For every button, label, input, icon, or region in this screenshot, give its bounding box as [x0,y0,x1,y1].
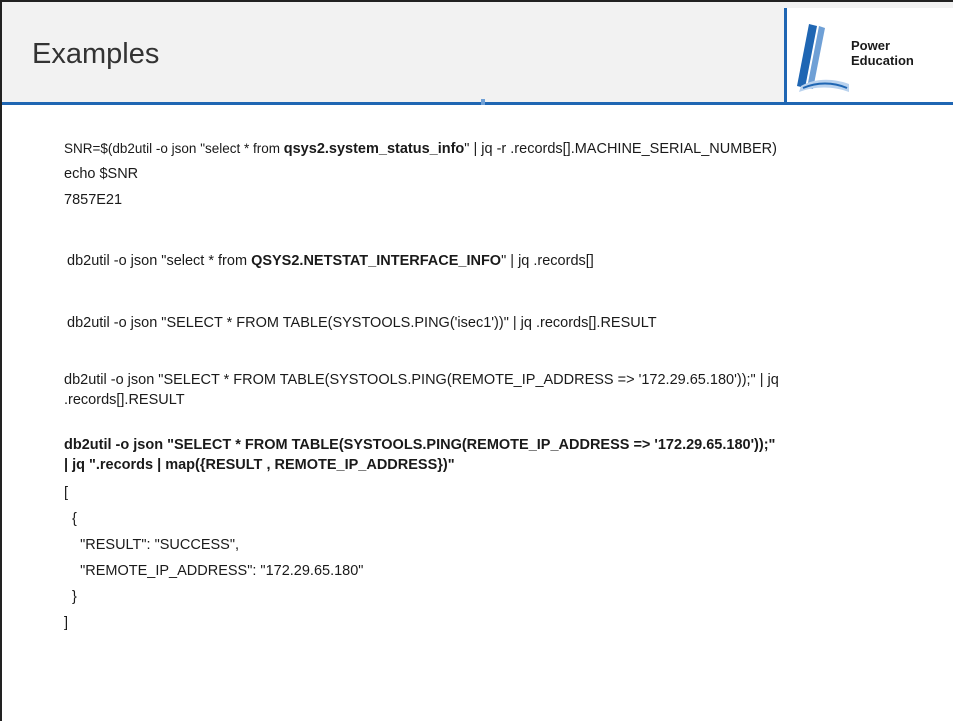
json-output-remote-ip: "REMOTE_IP_ADDRESS": "172.29.65.180" [64,563,364,579]
snr-command-suffix: " | jq -r .records[].MACHINE_SERIAL_NUMB… [464,141,777,157]
json-output-open-bracket: [ [64,485,69,501]
json-output-close-brace: } [64,589,77,605]
ping-map-command-line1: db2util -o json "SELECT * FROM TABLE(SYS… [64,437,776,453]
netstat-command-table: QSYS2.NETSTAT_INTERFACE_INFO [251,253,502,269]
logo-text-education: Education [851,53,914,68]
ping-ip-command-line1: db2util -o json "SELECT * FROM TABLE(SYS… [64,372,779,388]
ping-map-command-line2: | jq ".records | map({RESULT , REMOTE_IP… [64,457,455,473]
ping-isec1-command: db2util -o json "SELECT * FROM TABLE(SYS… [67,315,657,331]
logo-text-power: Power [851,38,891,53]
header-divider-marker [481,99,485,105]
echo-command: echo $SNR [64,166,139,182]
slide: Examples Power Education SNR=$(db2util -… [0,0,953,721]
snr-command: SNR=$(db2util -o json "select * from qsy… [64,141,777,157]
netstat-command-suffix: " | jq .records[] [501,253,594,269]
json-output-result: "RESULT": "SUCCESS", [64,537,240,553]
header-divider [2,102,953,105]
snr-command-prefix: SNR=$(db2util -o json "select * from [64,141,284,156]
page-title: Examples [32,38,160,70]
json-output-open-brace: { [64,511,77,527]
netstat-command-prefix: db2util -o json "select * from [67,253,252,269]
serial-output: 7857E21 [64,192,123,208]
power-education-book-icon [797,24,849,92]
logo: Power Education [784,8,953,102]
netstat-command: db2util -o json "select * from QSYS2.NET… [67,253,594,269]
ping-ip-command-line2: .records[].RESULT [64,392,185,408]
snr-command-table: qsys2.system_status_info [283,141,465,157]
json-output-close-bracket: ] [64,615,69,631]
